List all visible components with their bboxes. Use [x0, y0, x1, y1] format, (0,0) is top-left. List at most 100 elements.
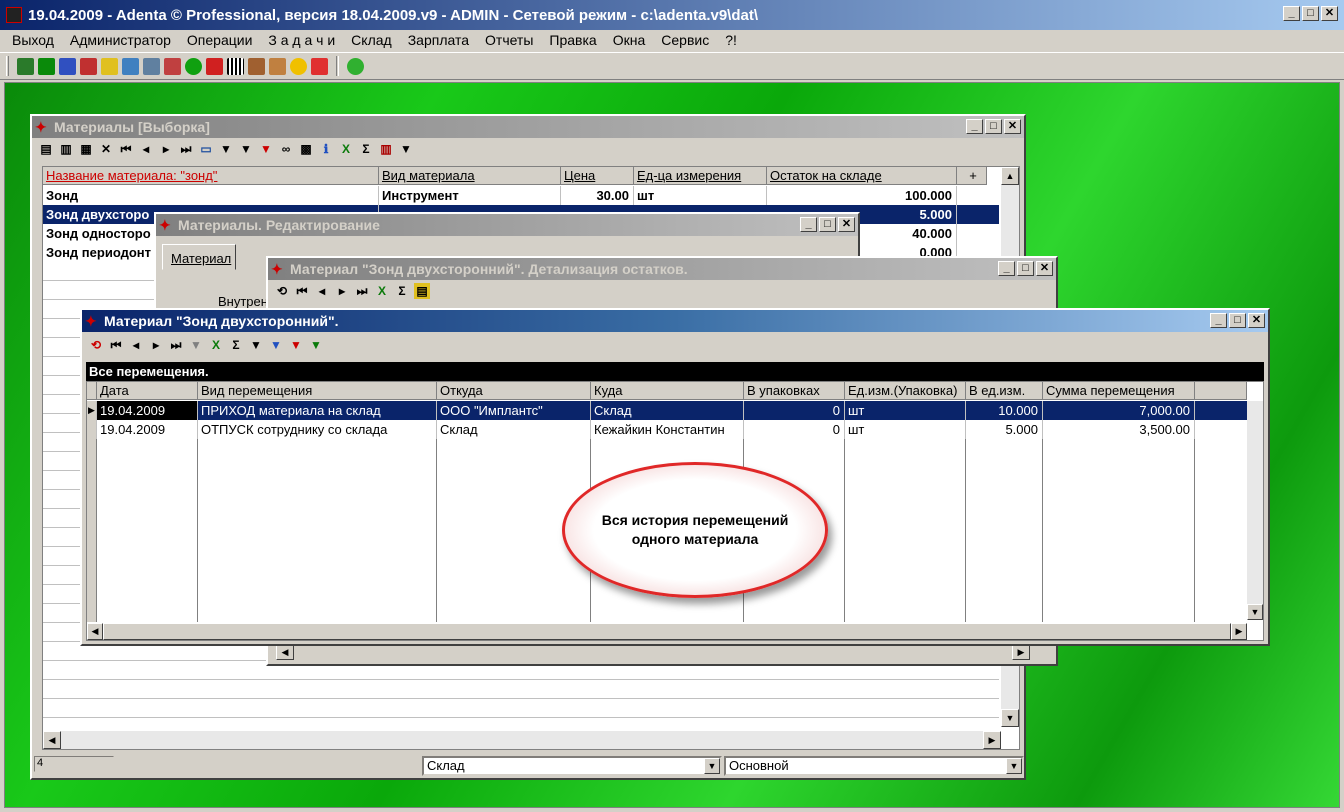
last-record-icon[interactable]: ⏭: [168, 337, 184, 353]
col-units[interactable]: В ед.изм.: [966, 382, 1043, 400]
menu-reports[interactable]: Отчеты: [477, 32, 541, 48]
folder-icon[interactable]: ▭: [198, 141, 214, 157]
back-icon[interactable]: ⟲: [88, 337, 104, 353]
prev-record-icon[interactable]: ◂: [314, 283, 330, 299]
detail-hscroll-left[interactable]: ◀: [276, 644, 294, 660]
col-stock[interactable]: Остаток на складе: [767, 167, 957, 185]
col-move-type[interactable]: Вид перемещения: [198, 382, 437, 400]
menu-help[interactable]: ?!: [717, 32, 745, 48]
col-sum[interactable]: Сумма перемещения: [1043, 382, 1195, 400]
edit-minimize-button[interactable]: _: [800, 217, 817, 232]
minimize-button[interactable]: _: [1283, 6, 1300, 21]
binoculars-icon[interactable]: ∞: [278, 141, 294, 157]
moves-minimize-button[interactable]: _: [1210, 313, 1227, 328]
menu-edit[interactable]: Правка: [541, 32, 604, 48]
chevron-down-icon[interactable]: ▼: [704, 758, 720, 774]
sum-icon[interactable]: Σ: [358, 141, 374, 157]
filter-icon[interactable]: ▼: [238, 141, 254, 157]
filter-b-icon[interactable]: ▼: [398, 141, 414, 157]
building-icon[interactable]: [248, 57, 265, 75]
filter-b-icon[interactable]: ▼: [248, 337, 264, 353]
first-record-icon[interactable]: ⏮: [108, 337, 124, 353]
staff-icon[interactable]: [59, 57, 76, 75]
edit-close-button[interactable]: ✕: [838, 217, 855, 232]
filter-icon[interactable]: ▼: [188, 337, 204, 353]
sum-icon[interactable]: Σ: [394, 283, 410, 299]
flag-icon[interactable]: [164, 57, 181, 75]
detail-hscroll-right[interactable]: ▶: [1012, 644, 1030, 660]
excel-icon[interactable]: X: [208, 337, 224, 353]
maximize-button[interactable]: □: [1302, 6, 1319, 21]
flower-icon[interactable]: [347, 57, 364, 75]
filter-clear-icon[interactable]: ▼: [258, 141, 274, 157]
menu-operations[interactable]: Операции: [179, 32, 261, 48]
first-record-icon[interactable]: ⏮: [294, 283, 310, 299]
table-row-selected[interactable]: ▶ 19.04.2009 ПРИХОД материала на склад О…: [87, 401, 1247, 420]
list-icon[interactable]: [143, 57, 160, 75]
detail-maximize-button[interactable]: □: [1017, 261, 1034, 276]
materials-hscroll-right[interactable]: ▶: [983, 731, 1001, 749]
menu-admin[interactable]: Администратор: [62, 32, 179, 48]
info-icon[interactable]: ℹ: [318, 141, 334, 157]
copy-icon[interactable]: ▥: [58, 141, 74, 157]
next-record-icon[interactable]: ▸: [158, 141, 174, 157]
tab-material[interactable]: Материал: [162, 244, 236, 270]
detail-close-button[interactable]: ✕: [1036, 261, 1053, 276]
detail-icon[interactable]: ▤: [414, 283, 430, 299]
materials-minimize-button[interactable]: _: [966, 119, 983, 134]
moves-close-button[interactable]: ✕: [1248, 313, 1265, 328]
smile-icon[interactable]: [101, 57, 118, 75]
sum-icon[interactable]: Σ: [228, 337, 244, 353]
last-record-icon[interactable]: ⏭: [354, 283, 370, 299]
materials-hscroll-left[interactable]: ◀: [43, 731, 61, 749]
moves-hscroll-left[interactable]: ◀: [87, 623, 103, 640]
money-icon[interactable]: [185, 57, 202, 75]
filter-p-icon[interactable]: ▼: [308, 337, 324, 353]
col-material-type[interactable]: Вид материала: [379, 167, 561, 185]
back-icon[interactable]: ⟲: [274, 283, 290, 299]
close-button[interactable]: ✕: [1321, 6, 1338, 21]
materials-vscroll-up[interactable]: ▲: [1001, 167, 1019, 185]
menu-windows[interactable]: Окна: [605, 32, 654, 48]
table-row[interactable]: Зонд Инструмент 30.00 шт 100.000: [43, 186, 987, 205]
col-packages[interactable]: В упаковках: [744, 382, 845, 400]
menu-salary[interactable]: Зарплата: [400, 32, 477, 48]
boxes-icon[interactable]: [269, 57, 286, 75]
col-material-name[interactable]: Название материала: "зонд": [43, 167, 379, 185]
store-select[interactable]: Склад ▼: [422, 756, 722, 776]
main-select[interactable]: Основной ▼: [724, 756, 1024, 776]
detail-minimize-button[interactable]: _: [998, 261, 1015, 276]
last-record-icon[interactable]: ⏭: [178, 141, 194, 157]
materials-maximize-button[interactable]: □: [985, 119, 1002, 134]
duplicate-icon[interactable]: ▦: [78, 141, 94, 157]
col-to[interactable]: Куда: [591, 382, 744, 400]
col-from[interactable]: Откуда: [437, 382, 591, 400]
col-date[interactable]: Дата: [97, 382, 198, 400]
services-icon[interactable]: [80, 57, 97, 75]
moves-vscroll-down[interactable]: ▼: [1247, 604, 1263, 620]
menu-tasks[interactable]: З а д а ч и: [260, 32, 343, 48]
menu-exit[interactable]: Выход: [4, 32, 62, 48]
excel-icon[interactable]: X: [374, 283, 390, 299]
filter-edit-icon[interactable]: ▼: [218, 141, 234, 157]
patients-icon[interactable]: [17, 57, 34, 75]
excel-icon[interactable]: X: [338, 141, 354, 157]
next-record-icon[interactable]: ▸: [334, 283, 350, 299]
col-price[interactable]: Цена: [561, 167, 634, 185]
col-pack-unit[interactable]: Ед.изм.(Упаковка): [845, 382, 966, 400]
first-record-icon[interactable]: ⏮: [118, 141, 134, 157]
medkit-icon[interactable]: [206, 57, 223, 75]
materials-hscrollbar[interactable]: [61, 731, 983, 749]
col-add[interactable]: +: [957, 167, 987, 185]
filter-a-icon[interactable]: ▼: [268, 337, 284, 353]
table-row[interactable]: 19.04.2009 ОТПУСК сотруднику со склада С…: [87, 420, 1247, 439]
moves-hscrollbar[interactable]: [103, 623, 1231, 640]
delete-icon[interactable]: ✕: [98, 141, 114, 157]
calculator-icon[interactable]: ▩: [298, 141, 314, 157]
moves-hscroll-right[interactable]: ▶: [1231, 623, 1247, 640]
moves-vscrollbar[interactable]: [1247, 401, 1263, 605]
sun-icon[interactable]: [290, 57, 307, 75]
edit-maximize-button[interactable]: □: [819, 217, 836, 232]
menu-service[interactable]: Сервис: [653, 32, 717, 48]
schedule-icon[interactable]: [38, 57, 55, 75]
